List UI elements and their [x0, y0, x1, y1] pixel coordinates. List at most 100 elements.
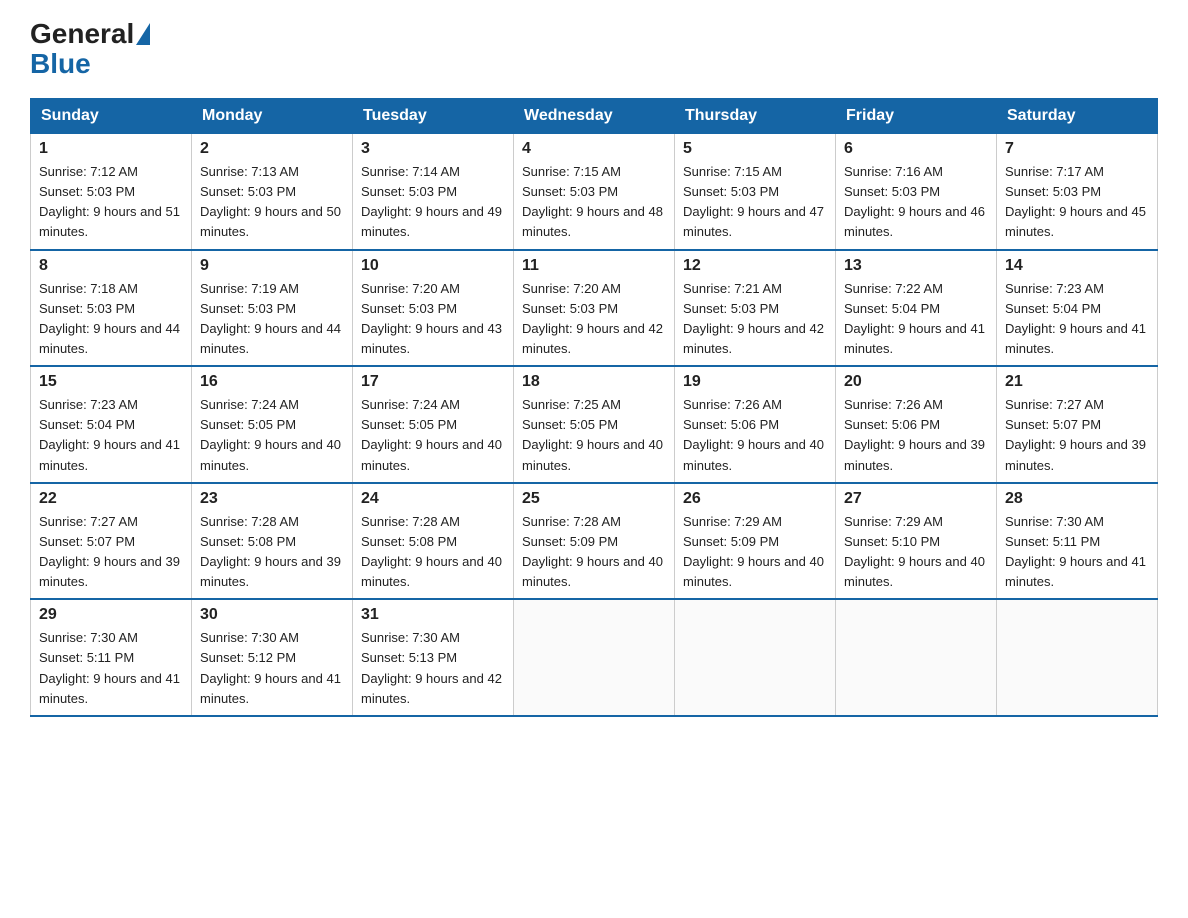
day-info: Sunrise: 7:15 AMSunset: 5:03 PMDaylight:…	[522, 162, 666, 243]
day-number: 31	[361, 606, 505, 624]
day-info: Sunrise: 7:30 AMSunset: 5:11 PMDaylight:…	[39, 628, 183, 709]
day-info: Sunrise: 7:20 AMSunset: 5:03 PMDaylight:…	[361, 279, 505, 360]
calendar-cell: 8Sunrise: 7:18 AMSunset: 5:03 PMDaylight…	[31, 250, 192, 367]
day-number: 18	[522, 373, 666, 391]
day-number: 15	[39, 373, 183, 391]
day-info: Sunrise: 7:20 AMSunset: 5:03 PMDaylight:…	[522, 279, 666, 360]
day-info: Sunrise: 7:30 AMSunset: 5:11 PMDaylight:…	[1005, 512, 1149, 593]
calendar-cell: 13 Sunrise: 7:22 AMSunset: 5:04 PMDayligh…	[836, 250, 997, 367]
day-number: 26	[683, 490, 827, 508]
weekday-header-saturday: Saturday	[997, 99, 1158, 134]
day-info: Sunrise: 7:29 AMSunset: 5:09 PMDaylight:…	[683, 512, 827, 593]
page-header: General Blue	[30, 20, 1158, 80]
day-number: 1	[39, 140, 183, 158]
day-info: Sunrise: 7:23 AMSunset: 5:04 PMDaylight:…	[1005, 279, 1149, 360]
week-row-4: 22 Sunrise: 7:27 AMSunset: 5:07 PMDayligh…	[31, 483, 1158, 600]
day-info: Sunrise: 7:30 AMSunset: 5:12 PMDaylight:…	[200, 628, 344, 709]
calendar-cell: 24Sunrise: 7:28 AMSunset: 5:08 PMDayligh…	[353, 483, 514, 600]
day-number: 27	[844, 490, 988, 508]
day-info: Sunrise: 7:16 AMSunset: 5:03 PMDaylight:…	[844, 162, 988, 243]
day-number: 7	[1005, 140, 1149, 158]
week-row-3: 15 Sunrise: 7:23 AMSunset: 5:04 PMDayligh…	[31, 366, 1158, 483]
day-info: Sunrise: 7:17 AMSunset: 5:03 PMDaylight:…	[1005, 162, 1149, 243]
weekday-header-thursday: Thursday	[675, 99, 836, 134]
calendar-cell: 1 Sunrise: 7:12 AMSunset: 5:03 PMDaylight…	[31, 134, 192, 250]
calendar-cell: 17 Sunrise: 7:24 AMSunset: 5:05 PMDayligh…	[353, 366, 514, 483]
calendar-cell: 28 Sunrise: 7:30 AMSunset: 5:11 PMDayligh…	[997, 483, 1158, 600]
day-info: Sunrise: 7:28 AMSunset: 5:09 PMDaylight:…	[522, 512, 666, 593]
weekday-header-monday: Monday	[192, 99, 353, 134]
day-number: 22	[39, 490, 183, 508]
calendar-cell: 9Sunrise: 7:19 AMSunset: 5:03 PMDaylight…	[192, 250, 353, 367]
calendar-cell: 3 Sunrise: 7:14 AMSunset: 5:03 PMDaylight…	[353, 134, 514, 250]
day-info: Sunrise: 7:22 AMSunset: 5:04 PMDaylight:…	[844, 279, 988, 360]
weekday-header-tuesday: Tuesday	[353, 99, 514, 134]
calendar-cell: 19 Sunrise: 7:26 AMSunset: 5:06 PMDayligh…	[675, 366, 836, 483]
day-info: Sunrise: 7:26 AMSunset: 5:06 PMDaylight:…	[683, 395, 827, 476]
day-info: Sunrise: 7:24 AMSunset: 5:05 PMDaylight:…	[361, 395, 505, 476]
day-info: Sunrise: 7:24 AMSunset: 5:05 PMDaylight:…	[200, 395, 344, 476]
weekday-header-wednesday: Wednesday	[514, 99, 675, 134]
weekday-header-sunday: Sunday	[31, 99, 192, 134]
calendar-cell	[836, 599, 997, 716]
day-number: 23	[200, 490, 344, 508]
day-info: Sunrise: 7:21 AMSunset: 5:03 PMDaylight:…	[683, 279, 827, 360]
calendar-cell: 16 Sunrise: 7:24 AMSunset: 5:05 PMDayligh…	[192, 366, 353, 483]
day-number: 21	[1005, 373, 1149, 391]
calendar-cell: 29 Sunrise: 7:30 AMSunset: 5:11 PMDayligh…	[31, 599, 192, 716]
logo-blue-text: Blue	[30, 48, 91, 79]
calendar-cell: 6Sunrise: 7:16 AMSunset: 5:03 PMDaylight…	[836, 134, 997, 250]
day-number: 28	[1005, 490, 1149, 508]
day-number: 16	[200, 373, 344, 391]
logo-triangle-icon	[136, 23, 150, 45]
logo: General Blue	[30, 20, 152, 80]
calendar-cell: 7 Sunrise: 7:17 AMSunset: 5:03 PMDaylight…	[997, 134, 1158, 250]
calendar-cell	[997, 599, 1158, 716]
day-number: 4	[522, 140, 666, 158]
calendar-cell: 26 Sunrise: 7:29 AMSunset: 5:09 PMDayligh…	[675, 483, 836, 600]
day-info: Sunrise: 7:27 AMSunset: 5:07 PMDaylight:…	[1005, 395, 1149, 476]
calendar-cell: 12 Sunrise: 7:21 AMSunset: 5:03 PMDayligh…	[675, 250, 836, 367]
day-info: Sunrise: 7:28 AMSunset: 5:08 PMDaylight:…	[361, 512, 505, 593]
day-number: 29	[39, 606, 183, 624]
day-number: 10	[361, 257, 505, 275]
calendar-cell: 20 Sunrise: 7:26 AMSunset: 5:06 PMDayligh…	[836, 366, 997, 483]
logo-general-text: General	[30, 20, 134, 48]
day-info: Sunrise: 7:30 AMSunset: 5:13 PMDaylight:…	[361, 628, 505, 709]
day-number: 5	[683, 140, 827, 158]
calendar-cell: 11 Sunrise: 7:20 AMSunset: 5:03 PMDayligh…	[514, 250, 675, 367]
day-info: Sunrise: 7:23 AMSunset: 5:04 PMDaylight:…	[39, 395, 183, 476]
day-info: Sunrise: 7:26 AMSunset: 5:06 PMDaylight:…	[844, 395, 988, 476]
day-info: Sunrise: 7:28 AMSunset: 5:08 PMDaylight:…	[200, 512, 344, 593]
day-number: 12	[683, 257, 827, 275]
calendar-cell: 4 Sunrise: 7:15 AMSunset: 5:03 PMDaylight…	[514, 134, 675, 250]
calendar-cell: 23 Sunrise: 7:28 AMSunset: 5:08 PMDayligh…	[192, 483, 353, 600]
day-info: Sunrise: 7:13 AMSunset: 5:03 PMDaylight:…	[200, 162, 344, 243]
day-number: 25	[522, 490, 666, 508]
calendar-cell: 27Sunrise: 7:29 AMSunset: 5:10 PMDayligh…	[836, 483, 997, 600]
weekday-header-friday: Friday	[836, 99, 997, 134]
calendar-cell: 18Sunrise: 7:25 AMSunset: 5:05 PMDayligh…	[514, 366, 675, 483]
day-number: 9	[200, 257, 344, 275]
day-number: 11	[522, 257, 666, 275]
day-info: Sunrise: 7:27 AMSunset: 5:07 PMDaylight:…	[39, 512, 183, 593]
day-number: 13	[844, 257, 988, 275]
day-number: 20	[844, 373, 988, 391]
week-row-2: 8Sunrise: 7:18 AMSunset: 5:03 PMDaylight…	[31, 250, 1158, 367]
day-number: 3	[361, 140, 505, 158]
calendar-cell: 14 Sunrise: 7:23 AMSunset: 5:04 PMDayligh…	[997, 250, 1158, 367]
calendar-cell: 22 Sunrise: 7:27 AMSunset: 5:07 PMDayligh…	[31, 483, 192, 600]
day-info: Sunrise: 7:15 AMSunset: 5:03 PMDaylight:…	[683, 162, 827, 243]
calendar-cell	[675, 599, 836, 716]
day-number: 17	[361, 373, 505, 391]
week-row-5: 29 Sunrise: 7:30 AMSunset: 5:11 PMDayligh…	[31, 599, 1158, 716]
day-number: 19	[683, 373, 827, 391]
calendar-cell: 30Sunrise: 7:30 AMSunset: 5:12 PMDayligh…	[192, 599, 353, 716]
day-info: Sunrise: 7:14 AMSunset: 5:03 PMDaylight:…	[361, 162, 505, 243]
day-number: 8	[39, 257, 183, 275]
calendar-cell: 31 Sunrise: 7:30 AMSunset: 5:13 PMDayligh…	[353, 599, 514, 716]
day-info: Sunrise: 7:12 AMSunset: 5:03 PMDaylight:…	[39, 162, 183, 243]
calendar-cell: 21 Sunrise: 7:27 AMSunset: 5:07 PMDayligh…	[997, 366, 1158, 483]
day-number: 14	[1005, 257, 1149, 275]
calendar-cell: 25 Sunrise: 7:28 AMSunset: 5:09 PMDayligh…	[514, 483, 675, 600]
